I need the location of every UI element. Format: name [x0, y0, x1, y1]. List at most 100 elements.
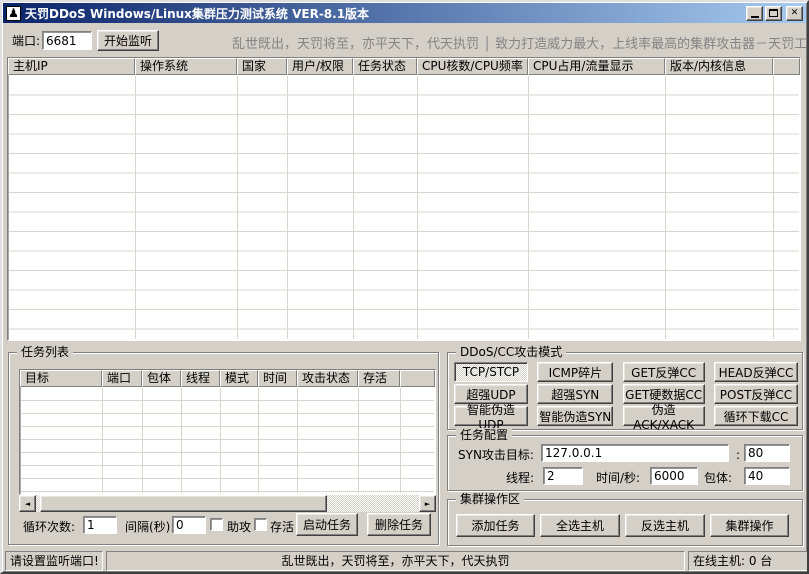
attack-mode-icmp-fragment[interactable]: ICMP碎片	[537, 362, 613, 382]
packet-label: 包体:	[704, 471, 732, 485]
attack-mode-super-syn[interactable]: 超强SYN	[537, 384, 613, 404]
time-input[interactable]	[650, 467, 698, 485]
attack-mode-smart-fake-udp[interactable]: 智能伪造UDP	[454, 406, 528, 426]
online-hosts-count: 在线主机: 0 台	[688, 551, 808, 571]
syn-target-label: SYN攻击目标:	[458, 448, 534, 462]
column-header-version-kernel[interactable]: 版本/内核信息	[665, 58, 773, 75]
column-header-port[interactable]: 端口	[102, 370, 142, 387]
attack-mode-loop-download-cc[interactable]: 循环下载CC	[714, 406, 798, 426]
table-column	[288, 76, 354, 339]
column-header-user-privilege[interactable]: 用户/权限	[287, 58, 353, 75]
attack-mode-get-rebound-cc[interactable]: GET反弹CC	[623, 362, 705, 382]
select-all-hosts-button[interactable]: 全选主机	[540, 514, 620, 537]
task-config-group: 任务配置 SYN攻击目标: : 线程: 时间/秒: 包体:	[447, 435, 803, 491]
column-header-target[interactable]: 目标	[20, 370, 102, 387]
alive-checkbox[interactable]	[254, 518, 267, 531]
app-icon: ♟	[6, 6, 21, 21]
target-port-input[interactable]	[744, 444, 790, 462]
assist-checkbox[interactable]	[210, 518, 223, 531]
table-column	[143, 388, 182, 493]
column-header-filler	[400, 370, 435, 387]
host-table: 主机IP 操作系统 国家 用户/权限 任务状态 CPU核数/CPU频率 CPU占…	[7, 57, 801, 341]
column-header-alive[interactable]: 存活	[358, 370, 400, 387]
table-column	[21, 388, 103, 493]
loop-count-label: 循环次数:	[23, 520, 75, 534]
minimize-button[interactable]	[746, 6, 763, 21]
scroll-left-icon: ◄	[25, 500, 30, 508]
column-header-threads[interactable]: 线程	[181, 370, 220, 387]
column-header-host-ip[interactable]: 主机IP	[8, 58, 135, 75]
table-column	[359, 388, 401, 493]
cluster-operate-button[interactable]: 集群操作	[710, 514, 789, 537]
start-task-button[interactable]: 启动任务	[296, 513, 358, 536]
window: ♟ 天罚DDoS Windows/Linux集群压力测试系统 VER-8.1版本…	[0, 0, 809, 574]
attack-mode-tcp-stcp[interactable]: TCP/STCP	[454, 362, 528, 382]
table-column	[774, 76, 799, 339]
status-slogan: 乱世既出，天罚将至，亦平天下，代天执罚	[106, 551, 685, 571]
table-column	[401, 388, 434, 493]
column-header-country[interactable]: 国家	[237, 58, 287, 75]
port-input[interactable]	[42, 31, 92, 50]
status-message: 请设置监听端口!	[5, 551, 103, 571]
scrollbar-thumb[interactable]	[40, 495, 327, 512]
target-port-colon: :	[736, 448, 740, 462]
scroll-left-button[interactable]: ◄	[19, 495, 36, 512]
column-header-cpu-usage-traffic[interactable]: CPU占用/流量显示	[528, 58, 665, 75]
attack-modes-title: DDoS/CC攻击模式	[456, 345, 566, 359]
maximize-button[interactable]	[765, 6, 782, 21]
attack-mode-head-rebound-cc[interactable]: HEAD反弹CC	[714, 362, 798, 382]
task-list-hscrollbar[interactable]: ◄ ►	[19, 495, 436, 512]
attack-modes-group: DDoS/CC攻击模式 TCP/STCP ICMP碎片 GET反弹CC HEAD…	[447, 352, 803, 430]
packet-input[interactable]	[744, 467, 790, 485]
minimize-icon	[751, 16, 759, 18]
table-column	[136, 76, 238, 339]
table-column	[238, 76, 288, 339]
task-list-group: 任务列表 目标 端口 包体 线程 模式 时间 攻击状态 存活	[8, 352, 439, 545]
maximize-icon	[769, 9, 778, 17]
thread-label: 线程:	[506, 471, 534, 485]
window-title: 天罚DDoS Windows/Linux集群压力测试系统 VER-8.1版本	[25, 5, 746, 22]
syn-target-input[interactable]	[541, 444, 729, 462]
delete-task-button[interactable]: 删除任务	[367, 513, 431, 536]
task-table-body	[21, 388, 434, 493]
column-header-cpu-cores-freq[interactable]: CPU核数/CPU频率	[417, 58, 528, 75]
task-config-title: 任务配置	[456, 428, 512, 442]
table-column	[9, 76, 136, 339]
close-icon: ✕	[791, 9, 799, 18]
column-header-packet[interactable]: 包体	[142, 370, 181, 387]
table-column	[354, 76, 418, 339]
alive-label: 存活	[270, 520, 294, 534]
column-header-time[interactable]: 时间	[258, 370, 297, 387]
table-column	[182, 388, 221, 493]
attack-modes-grid: TCP/STCP ICMP碎片 GET反弹CC HEAD反弹CC 超强UDP 超…	[454, 362, 798, 426]
close-button[interactable]: ✕	[786, 6, 803, 21]
listen-button[interactable]: 开始监听	[97, 30, 159, 51]
column-header-mode[interactable]: 模式	[220, 370, 258, 387]
invert-selection-button[interactable]: 反选主机	[625, 514, 705, 537]
task-table: 目标 端口 包体 线程 模式 时间 攻击状态 存活	[19, 369, 436, 495]
banner-text: 乱世既出，天罚将至，亦平天下，代天执罚 │ 致力打造威力最大，上线率最高的集群攻…	[232, 33, 809, 52]
loop-count-input[interactable]	[83, 516, 117, 534]
interval-label: 间隔(秒):	[125, 520, 174, 534]
table-column	[418, 76, 529, 339]
column-header-filler	[773, 58, 800, 75]
attack-mode-fake-ack-xack[interactable]: 伪造ACK/XACK	[623, 406, 705, 426]
cluster-ops-title: 集群操作区	[456, 492, 524, 506]
scroll-right-icon: ►	[425, 500, 430, 508]
task-list-title: 任务列表	[17, 345, 73, 359]
table-column	[103, 388, 143, 493]
host-table-body	[9, 76, 799, 339]
add-task-button[interactable]: 添加任务	[456, 514, 535, 537]
thread-input[interactable]	[543, 467, 583, 485]
column-header-attack-status[interactable]: 攻击状态	[297, 370, 358, 387]
column-header-os[interactable]: 操作系统	[135, 58, 237, 75]
attack-mode-smart-fake-syn[interactable]: 智能伪造SYN	[537, 406, 613, 426]
scroll-right-button[interactable]: ►	[419, 495, 436, 512]
title-bar[interactable]: ♟ 天罚DDoS Windows/Linux集群压力测试系统 VER-8.1版本…	[3, 3, 806, 23]
column-header-task-status[interactable]: 任务状态	[353, 58, 417, 75]
port-label: 端口:	[12, 34, 40, 48]
attack-mode-post-rebound-cc[interactable]: POST反弹CC	[714, 384, 798, 404]
table-column	[529, 76, 666, 339]
interval-input[interactable]	[172, 516, 206, 534]
time-label: 时间/秒:	[596, 471, 640, 485]
